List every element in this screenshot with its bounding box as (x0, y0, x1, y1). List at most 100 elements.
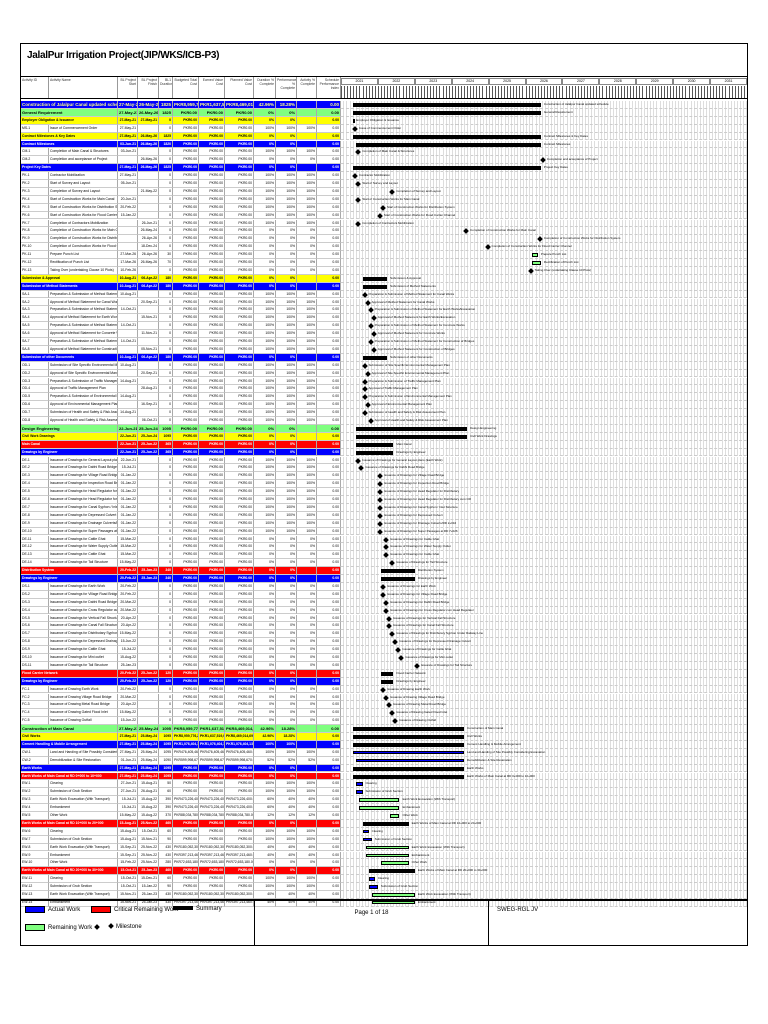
activity-row[interactable]: OD-4 Approval of Traffic Management Plan 2… (21, 385, 747, 394)
wbs-row[interactable]: Earth Works of Main Canal at RD 20+000 t… (21, 867, 747, 876)
activity-row[interactable]: DE-2 Issuance of Drawings for Dabhi Road … (21, 464, 747, 473)
activity-bar[interactable] (531, 253, 538, 257)
milestone-icon[interactable] (386, 702, 392, 709)
milestone-icon[interactable] (383, 552, 389, 559)
wbs-row[interactable]: Design Engineering 22-Jun-21 25-Jun-24 1095… (21, 424, 747, 433)
activity-bar[interactable] (356, 758, 465, 763)
summary-bar[interactable] (353, 110, 541, 115)
summary-bar[interactable] (353, 774, 465, 779)
activity-bar[interactable] (365, 853, 409, 857)
milestone-icon[interactable] (389, 560, 396, 567)
activity-bar[interactable] (362, 837, 372, 842)
activity-row[interactable]: SA-7 Preparation & Submission of Method S… (21, 338, 747, 346)
milestone-icon[interactable] (537, 236, 543, 243)
milestone-icon[interactable] (392, 718, 399, 725)
milestone-icon[interactable] (377, 489, 383, 495)
milestone-icon[interactable] (355, 196, 362, 203)
activity-row[interactable]: CM-2 Completion and acceptance of Project… (21, 156, 747, 165)
summary-bar[interactable] (356, 450, 394, 455)
summary-bar[interactable] (353, 134, 541, 139)
activity-row[interactable]: DS-11 Issuance of Drawings for Tail Struc… (21, 661, 747, 670)
activity-row[interactable]: DE-6 Issuance of Drawings for Head Regula… (21, 496, 747, 504)
milestone-icon[interactable] (352, 173, 359, 179)
activity-row[interactable]: SA-5 Preparation & Submission of Method S… (21, 322, 747, 331)
activity-row[interactable]: DS-8 Issuance of Drawings for Depressed D… (21, 638, 747, 647)
milestone-icon[interactable] (370, 331, 377, 337)
wbs-row[interactable]: Main Canal 22-Jun-21 25-Jun-22 365 PKR0.00 PK… (21, 440, 747, 449)
summary-bar[interactable] (380, 577, 415, 581)
activity-row[interactable]: DS-4 Issuance of Drawings for Cross Regul… (21, 606, 747, 615)
activity-row[interactable]: OD-1 Submission of Site Specific Environm… (21, 361, 747, 370)
activity-row[interactable]: DE-14 Issuance of Drawings for Tail Struc… (21, 559, 747, 568)
activity-row[interactable]: PK-11 Prepare Punch List 27-Mar-26 26-Apr-2… (21, 251, 747, 259)
milestone-icon[interactable] (395, 647, 402, 653)
wbs-row[interactable]: Construction of Main Canal 27-May-21 25-Ma… (21, 725, 747, 733)
activity-row[interactable]: EW-7 Submission of Grub Section 15-Aug-21 1… (21, 835, 747, 844)
wbs-row[interactable]: Earth Works of Main Canal at RD 10+000 t… (21, 819, 747, 828)
milestone-icon[interactable] (540, 157, 546, 164)
activity-row[interactable]: PK-9 Completion of Construction Works for… (21, 235, 747, 244)
milestone-icon[interactable] (361, 362, 368, 369)
milestone-icon[interactable] (361, 386, 368, 393)
milestone-icon[interactable] (527, 268, 534, 274)
activity-row[interactable]: DE-1 Issuance of Drawings for General Lay… (21, 456, 747, 465)
summary-bar[interactable] (356, 142, 541, 147)
milestone-icon[interactable] (389, 631, 396, 638)
activity-row[interactable]: PK-12 Rectification of Punch List 17-Mar-2… (21, 259, 747, 267)
milestone-icon[interactable] (484, 244, 491, 251)
milestone-icon[interactable] (380, 204, 386, 211)
activity-row[interactable]: SA-4 Approval of Method Statement for Ear… (21, 314, 747, 323)
wbs-row[interactable]: Civil Works 27-May-21 25-May-24 1095 PKR8,95… (21, 733, 747, 741)
wbs-row[interactable]: Flood Carrier Network 20-Feb-22 25-Jun-22 1… (21, 669, 747, 678)
milestone-icon[interactable] (377, 212, 383, 219)
milestone-icon[interactable] (377, 481, 383, 488)
activity-row[interactable]: SA-2 Approval of Method Statement for Can… (21, 298, 747, 307)
activity-row[interactable]: SA-6 Approval of Method Statement for Con… (21, 330, 747, 338)
activity-bar[interactable] (356, 782, 363, 786)
activity-bar[interactable] (359, 806, 400, 810)
activity-row[interactable]: DE-4 Issuance of Drawings for Inspection … (21, 480, 747, 489)
activity-row[interactable]: EW-8 Earth Work Excavation (With Transpor… (21, 843, 747, 852)
activity-bar[interactable] (356, 790, 363, 794)
activity-row[interactable]: FC-2 Issuance of Drawing Village Road Bri… (21, 693, 747, 702)
activity-bar[interactable] (368, 885, 378, 889)
summary-bar[interactable] (368, 869, 415, 874)
activity-row[interactable]: EW-11 Clearing 15-Oct-21 15-Dec-21 60 PKR0.00… (21, 875, 747, 884)
summary-bar[interactable] (353, 735, 465, 739)
milestone-icon[interactable] (377, 512, 383, 519)
activity-row[interactable]: EW-6 Clearing 15-Aug-21 15-Oct-21 60 PKR0.00 P… (21, 827, 747, 836)
activity-row[interactable]: DS-6 Issuance of Drawings for Canal Fall … (21, 622, 747, 631)
activity-bar[interactable] (531, 261, 541, 265)
milestone-icon[interactable] (398, 655, 405, 661)
milestone-icon[interactable] (355, 457, 362, 464)
activity-row[interactable]: EW-10 Other Work 15-Feb-22 25-Nov-22 280 PKR7… (21, 859, 747, 868)
activity-row[interactable]: DE-3 Issuance of Drawings for Village Roa… (21, 472, 747, 481)
summary-bar[interactable] (353, 118, 356, 123)
wbs-row[interactable]: Cement Handling & Mobile Arrangement 27-M… (21, 740, 747, 749)
activity-row[interactable]: FC-3 Issuance of Drawing Metal Road Bridg… (21, 701, 747, 710)
wbs-row[interactable]: Employer Obligation & Issuance 27-May-21 2… (21, 116, 747, 125)
activity-row[interactable]: EW-13 Earth Work Excavation (With Transpo… (21, 891, 747, 899)
activity-row[interactable]: OD-7 Submission of Health and Safety & Ri… (21, 409, 747, 417)
milestone-icon[interactable] (367, 323, 374, 330)
milestone-icon[interactable] (413, 663, 420, 669)
milestone-icon[interactable] (367, 339, 374, 345)
activity-row[interactable]: CM-1 Completion of Main Canal & Structure… (21, 148, 747, 157)
milestone-icon[interactable] (377, 505, 383, 511)
summary-bar[interactable] (353, 727, 465, 732)
activity-bar[interactable] (380, 861, 409, 865)
milestone-icon[interactable] (383, 544, 389, 551)
activity-bar[interactable] (390, 814, 400, 818)
activity-row[interactable]: PK-13 Taking Over (undertaking Clause 10 … (21, 266, 747, 275)
summary-bar[interactable] (362, 276, 388, 281)
wbs-row[interactable]: Earth Works of Main Canal at RD 0+000 to… (21, 772, 747, 781)
wbs-row[interactable]: Distribution System 20-Feb-22 25-Jan-23 340… (21, 567, 747, 575)
wbs-row[interactable]: Drawings by Engineer 20-Feb-22 25-Jun-22 12… (21, 677, 747, 686)
wbs-row[interactable]: Drawings by Engineer 20-Feb-22 25-Jan-23 34… (21, 575, 747, 583)
summary-bar[interactable] (362, 821, 409, 826)
activity-row[interactable]: DE-7 Issuance of Drawings for Canal Sypho… (21, 503, 747, 512)
milestone-icon[interactable] (463, 228, 469, 235)
activity-row[interactable]: CW-2 Demobilization & Site Restoration 01-… (21, 756, 747, 765)
activity-row[interactable]: PK-8 Completion of Construction Works for… (21, 227, 747, 236)
activity-row[interactable]: PK-3 Completion of Survey and Layout 21-Ma… (21, 187, 747, 196)
